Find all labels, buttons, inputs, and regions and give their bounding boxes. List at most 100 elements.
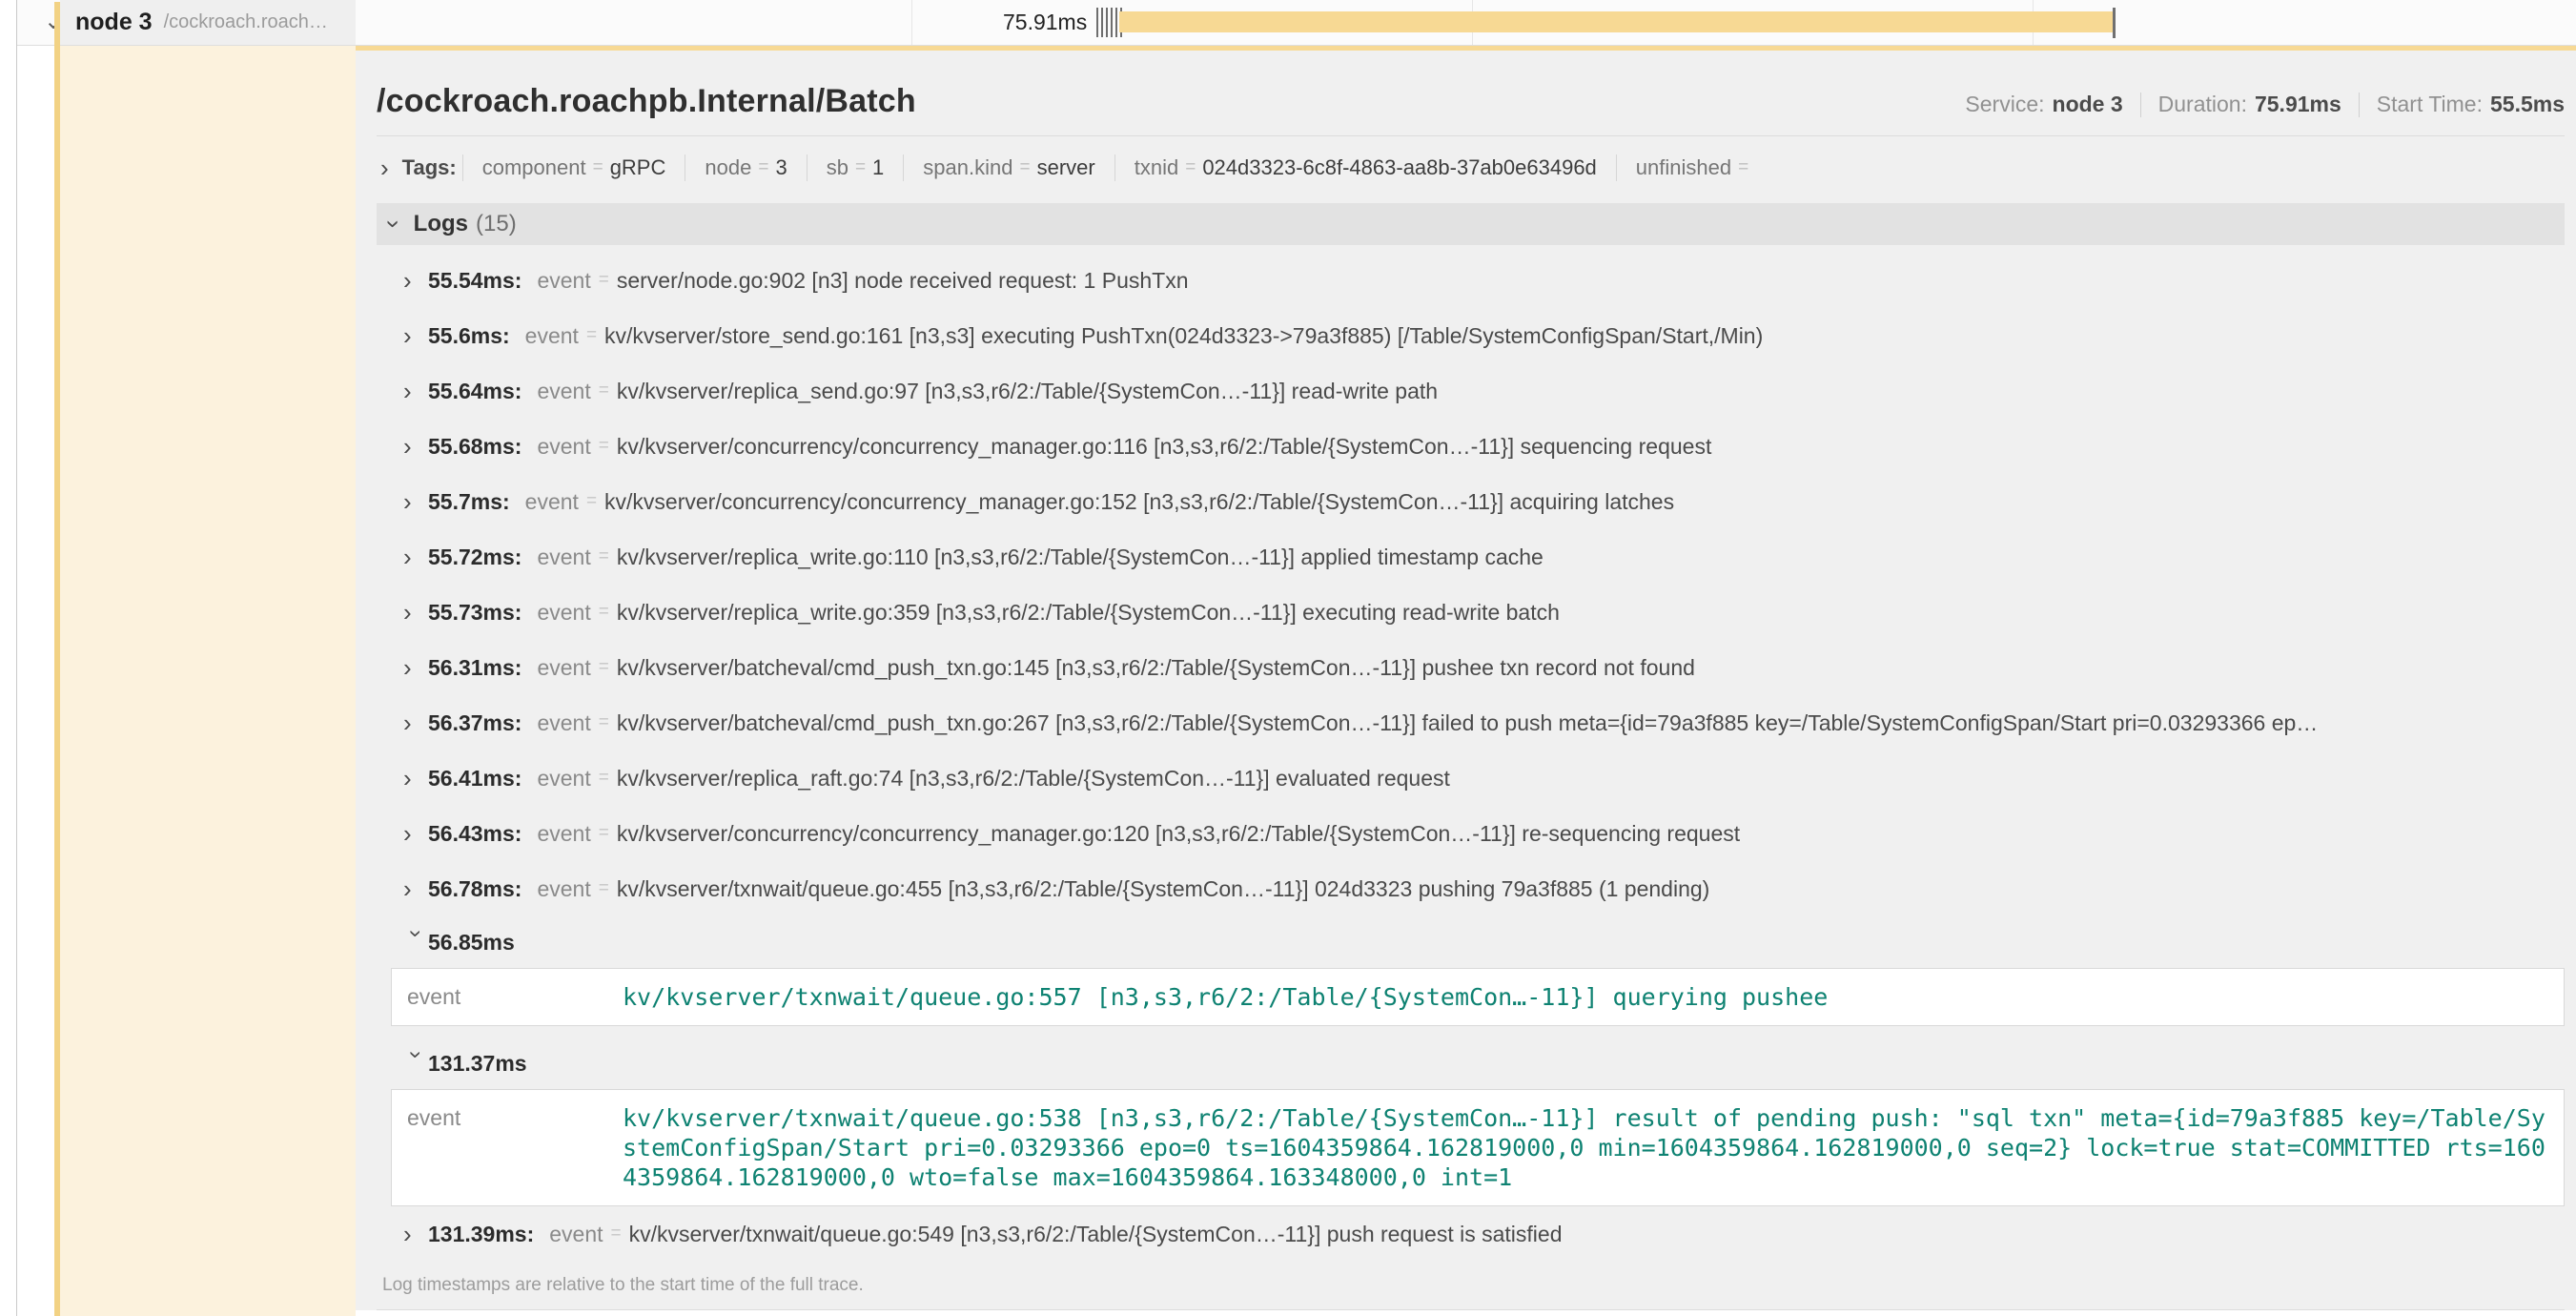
start-time-value: 55.5ms: [2490, 92, 2565, 117]
logs-section-toggle[interactable]: › Logs (15): [377, 203, 2565, 245]
log-value: kv/kvserver/replica_raft.go:74 [n3,s3,r6…: [617, 766, 2565, 792]
meta-separator: [2359, 93, 2360, 117]
log-key: event: [407, 1103, 623, 1131]
log-row[interactable]: › 56.37ms: event = kv/kvserver/batcheval…: [377, 695, 2565, 751]
log-value: kv/kvserver/concurrency/concurrency_mana…: [604, 489, 2565, 515]
tag-key: unfinished: [1636, 155, 1731, 180]
log-row[interactable]: › 55.68ms: event = kv/kvserver/concurren…: [377, 419, 2565, 474]
chevron-down-icon: ›: [404, 930, 427, 955]
span-color-stripe: [54, 2, 60, 1316]
logs-list: › 55.54ms: event = server/node.go:902 [n…: [377, 245, 2565, 1309]
log-key: event: [525, 323, 579, 349]
log-key: event: [537, 876, 590, 902]
logs-title: Logs: [414, 211, 468, 237]
log-equals: =: [599, 436, 609, 457]
chevron-right-icon: ›: [403, 1222, 428, 1246]
log-row[interactable]: › 131.39ms: event = kv/kvserver/txnwait/…: [377, 1206, 2565, 1262]
tag-value: gRPC: [610, 155, 666, 180]
chevron-right-icon: ›: [403, 766, 428, 791]
log-key: event: [407, 982, 623, 1010]
log-key: event: [537, 600, 590, 626]
tag-key: txnid: [1135, 155, 1178, 180]
log-key: event: [537, 379, 590, 404]
timeline-gridline: [911, 0, 912, 45]
chevron-right-icon: ›: [403, 323, 428, 348]
span-detail-title: /cockroach.roachpb.Internal/Batch: [377, 83, 916, 120]
tick: [1096, 8, 1098, 37]
log-row[interactable]: › 56.31ms: event = kv/kvserver/batcheval…: [377, 640, 2565, 695]
tag-equals: =: [758, 157, 768, 178]
log-equals: =: [599, 602, 609, 623]
chevron-down-icon: ›: [404, 1051, 427, 1076]
log-timestamp: 56.41ms:: [428, 766, 521, 792]
chevron-right-icon: ›: [403, 655, 428, 680]
span-duration-label: 75.91ms: [1003, 10, 1087, 35]
chevron-right-icon: ›: [403, 876, 428, 901]
log-row[interactable]: › 55.73ms: event = kv/kvserver/replica_w…: [377, 585, 2565, 640]
log-value: kv/kvserver/replica_send.go:97 [n3,s3,r6…: [617, 379, 2565, 404]
chevron-right-icon: ›: [403, 268, 428, 293]
log-row[interactable]: › 56.78ms: event = kv/kvserver/txnwait/q…: [377, 861, 2565, 916]
header-divider: [377, 135, 2565, 136]
log-value: kv/kvserver/replica_write.go:359 [n3,s3,…: [617, 600, 2565, 626]
span-service-name: node 3: [75, 9, 153, 36]
log-row[interactable]: › 55.7ms: event = kv/kvserver/concurrenc…: [377, 474, 2565, 529]
log-key: event: [525, 489, 579, 515]
tag-item: node = 3: [685, 154, 806, 181]
log-value: kv/kvserver/batcheval/cmd_push_txn.go:14…: [617, 655, 2565, 681]
log-timestamp: 55.64ms:: [428, 379, 521, 404]
tag-value: 3: [775, 155, 787, 180]
log-key: event: [537, 434, 590, 460]
log-detail-card: event kv/kvserver/txnwait/queue.go:557 […: [391, 968, 2565, 1026]
service-label: Service:: [1965, 92, 2044, 117]
service-value: node 3: [2053, 92, 2123, 117]
log-timestamp: 55.7ms:: [428, 489, 510, 515]
log-key: event: [537, 268, 590, 294]
chevron-down-icon: ›: [381, 220, 406, 229]
tags-toggle-row[interactable]: › Tags: component = gRPC node = 3 sb = 1: [377, 146, 2565, 190]
span-name-cell[interactable]: node 3 /cockroach.roach…: [60, 0, 356, 45]
log-timestamp: 56.43ms:: [428, 821, 521, 847]
log-row-expanded-header[interactable]: › 131.37ms: [377, 1038, 2565, 1089]
log-timestamp: 131.37ms: [428, 1051, 527, 1077]
log-equals: =: [599, 768, 609, 789]
log-equals: =: [586, 325, 597, 346]
span-detail-header: /cockroach.roachpb.Internal/Batch Servic…: [377, 51, 2565, 120]
start-time-label: Start Time:: [2377, 92, 2483, 117]
log-equals: =: [599, 380, 609, 401]
meta-separator: [2140, 93, 2141, 117]
tag-key: component: [482, 155, 586, 180]
log-row[interactable]: › 56.41ms: event = kv/kvserver/replica_r…: [377, 751, 2565, 806]
log-row[interactable]: › 55.54ms: event = server/node.go:902 [n…: [377, 253, 2565, 308]
log-row[interactable]: › 55.6ms: event = kv/kvserver/store_send…: [377, 308, 2565, 363]
log-key: event: [537, 821, 590, 847]
log-row[interactable]: › 55.64ms: event = kv/kvserver/replica_s…: [377, 363, 2565, 419]
tag-equals: =: [1738, 157, 1748, 178]
log-equals: =: [599, 878, 609, 899]
log-equals: =: [599, 546, 609, 567]
selected-row-highlight: [60, 46, 356, 1316]
trace-viewer-page: ⌄ node 3 /cockroach.roach… 75.91ms /cock…: [0, 0, 2576, 1316]
span-operation-name: /cockroach.roach…: [164, 11, 328, 33]
duration-label: Duration:: [2158, 92, 2247, 117]
log-row[interactable]: › 55.72ms: event = kv/kvserver/replica_w…: [377, 529, 2565, 585]
tag-item: sb = 1: [807, 154, 904, 181]
log-value: kv/kvserver/concurrency/concurrency_mana…: [617, 434, 2565, 460]
tag-item: txnid = 024d3323-6c8f-4863-aa8b-37ab0e63…: [1114, 154, 1616, 181]
log-timestamp: 56.85ms: [428, 930, 515, 956]
log-value: server/node.go:902 [n3] node received re…: [617, 268, 2565, 294]
tag-key: span.kind: [923, 155, 1012, 180]
tag-value: 024d3323-6c8f-4863-aa8b-37ab0e63496d: [1202, 155, 1596, 180]
log-row-expanded-header[interactable]: › 56.85ms: [377, 916, 2565, 968]
tick: [1101, 8, 1103, 37]
log-value: kv/kvserver/txnwait/queue.go:549 [n3,s3,…: [629, 1222, 2565, 1247]
span-duration-bar[interactable]: [1119, 11, 2115, 32]
chevron-right-icon: ›: [403, 710, 428, 735]
log-row[interactable]: › 56.43ms: event = kv/kvserver/concurren…: [377, 806, 2565, 861]
tag-value: 1: [872, 155, 884, 180]
log-timestamp: 55.54ms:: [428, 268, 521, 294]
log-equals: =: [599, 270, 609, 291]
span-detail-panel: /cockroach.roachpb.Internal/Batch Servic…: [356, 46, 2576, 1316]
chevron-right-icon: ›: [403, 600, 428, 625]
logs-count: (15): [476, 211, 517, 237]
